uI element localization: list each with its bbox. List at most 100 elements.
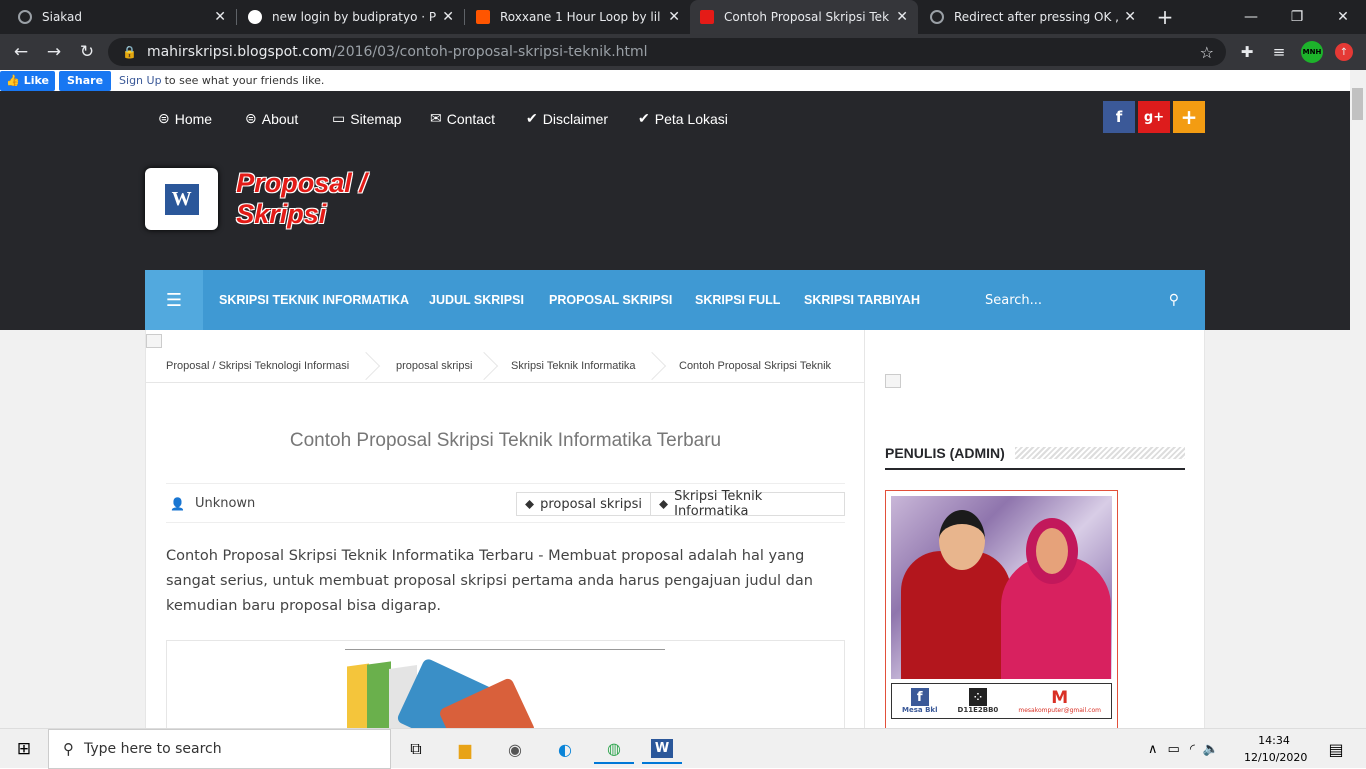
broken-image-icon: [146, 334, 162, 348]
windows-start-icon[interactable]: ⊞: [0, 729, 48, 769]
search-input[interactable]: Search... ⚲: [973, 270, 1205, 330]
tab-title: Roxxane 1 Hour Loop by lil: [500, 10, 661, 24]
close-tab-icon[interactable]: ✕: [896, 9, 908, 25]
extensions-icon[interactable]: ✚: [1236, 41, 1258, 63]
lock-icon: 🔒: [122, 45, 137, 59]
task-view-icon[interactable]: ⧉: [396, 734, 436, 764]
volume-icon[interactable]: 🔈: [1203, 742, 1219, 757]
chevron-up-icon[interactable]: ∧: [1148, 742, 1158, 757]
search-icon[interactable]: ⚲: [1169, 292, 1179, 308]
blackberry-icon: ⁘: [968, 688, 987, 706]
logo-text: Proposal / Skripsi: [236, 168, 367, 229]
reload-button[interactable]: ↻: [76, 41, 98, 63]
post-body: Contoh Proposal Skripsi Teknik Informati…: [166, 548, 813, 614]
close-window-button[interactable]: ✕: [1320, 0, 1366, 34]
nav-sitemap[interactable]: ▭ Sitemap: [332, 91, 402, 146]
file-explorer-icon[interactable]: ▆: [445, 734, 485, 764]
nav-peta-lokasi[interactable]: ✔ Peta Lokasi: [638, 91, 728, 146]
camera-icon[interactable]: ◉: [495, 734, 535, 764]
tag-icon: ⬥: [525, 496, 535, 512]
breadcrumb-proposal-skripsi[interactable]: proposal skripsi: [396, 350, 472, 382]
nav-contact[interactable]: ✉ Contact: [430, 91, 495, 146]
facebook-signup-link[interactable]: Sign Up: [119, 74, 162, 87]
nav-home[interactable]: ⊜ Home: [158, 91, 212, 146]
contact-bbm[interactable]: ⁘ D11E2BB0: [958, 688, 998, 714]
tag-proposal-skripsi[interactable]: ⬥ proposal skripsi: [516, 492, 651, 516]
mainnav-skripsi-tarbiyah[interactable]: SKRIPSI TARBIYAH: [804, 270, 920, 330]
back-button[interactable]: ←: [10, 41, 32, 63]
tab-siakad[interactable]: Siakad ✕: [8, 0, 236, 34]
page-scrollbar[interactable]: [1350, 70, 1366, 728]
scrollbar-thumb[interactable]: [1352, 88, 1363, 120]
taskbar-search-input[interactable]: ⚲ Type here to search: [48, 729, 391, 769]
mainnav-judul-skripsi[interactable]: JUDUL SKRIPSI: [429, 270, 524, 330]
contact-facebook[interactable]: f Mesa Bkl: [902, 688, 937, 714]
tab-soundcloud[interactable]: Roxxane 1 Hour Loop by lil ✕: [466, 0, 690, 34]
new-tab-button[interactable]: +: [1142, 0, 1188, 34]
minimize-button[interactable]: —: [1228, 0, 1274, 34]
close-tab-icon[interactable]: ✕: [668, 9, 680, 25]
battery-icon[interactable]: ▭: [1168, 742, 1180, 757]
thumbs-up-icon: 👍: [6, 74, 20, 87]
breadcrumb-home[interactable]: Proposal / Skripsi Teknologi Informasi: [166, 350, 349, 382]
check-circle-icon: ✔: [638, 110, 650, 126]
facebook-signup-text: to see what your friends like.: [164, 74, 325, 87]
close-tab-icon[interactable]: ✕: [214, 9, 226, 25]
nav-disclaimer[interactable]: ✔ Disclaimer: [526, 91, 608, 146]
close-tab-icon[interactable]: ✕: [442, 9, 454, 25]
post-image: [166, 640, 845, 728]
breadcrumb: Proposal / Skripsi Teknologi Informasi p…: [146, 350, 865, 383]
widget-title: PENULIS (ADMIN): [885, 438, 1185, 470]
menu-list-icon[interactable]: ☰: [145, 270, 203, 330]
mainnav-skripsi-full[interactable]: SKRIPSI FULL: [695, 270, 780, 330]
profile-avatar[interactable]: MNH: [1301, 41, 1323, 63]
tab-contoh-proposal[interactable]: Contoh Proposal Skripsi Teknik ✕: [690, 0, 918, 34]
breadcrumb-skripsi-teknik-informatika[interactable]: Skripsi Teknik Informatika: [511, 350, 636, 382]
admin-profile-card: f Mesa Bkl ⁘ D11E2BB0 M mesakomputer@gma…: [885, 490, 1118, 728]
wifi-icon[interactable]: ◜: [1190, 742, 1195, 757]
close-tab-icon[interactable]: ✕: [1124, 9, 1136, 25]
taskbar-clock[interactable]: 14:34 12/10/2020: [1244, 732, 1307, 766]
bookmark-star-icon[interactable]: ☆: [1200, 43, 1214, 62]
broken-image-icon: [885, 374, 901, 388]
tab-favicon-icon: [930, 10, 944, 24]
tab-redirect[interactable]: Redirect after pressing OK , in ✕: [920, 0, 1146, 34]
admin-photo: [891, 496, 1112, 679]
forward-button[interactable]: →: [43, 41, 65, 63]
url-host: mahirskripsi.blogspot.com: [146, 44, 333, 60]
tab-github[interactable]: new login by budipratyo · Pull ✕: [238, 0, 464, 34]
facebook-icon: f: [910, 688, 929, 706]
globe-icon: ⊜: [158, 110, 170, 126]
tag-icon: ⬥: [659, 496, 669, 512]
site-logo[interactable]: W Proposal / Skripsi: [145, 166, 445, 232]
facebook-like-button[interactable]: 👍 Like: [0, 70, 55, 91]
nav-about[interactable]: ⊜ About: [245, 91, 298, 146]
url-path: /2016/03/contoh-proposal-skripsi-teknik.…: [332, 44, 648, 60]
top-navigation: ⊜ Home ⊜ About ▭ Sitemap ✉ Contact ✔ Disclaim…: [0, 91, 1350, 146]
address-bar[interactable]: 🔒 mahirskripsi.blogspot.com/2016/03/cont…: [108, 38, 1226, 66]
tag-skripsi-teknik-informatika[interactable]: ⬥ Skripsi Teknik Informatika: [650, 489, 845, 519]
word-document-icon: W: [145, 168, 219, 230]
user-icon: 👤: [170, 496, 185, 511]
plus-icon[interactable]: +: [1173, 101, 1205, 133]
web-page: ⊜ Home ⊜ About ▭ Sitemap ✉ Contact ✔ Disclaim…: [0, 91, 1350, 728]
post-meta: 👤 Unknown ⬥ proposal skripsi ⬥ Skripsi Tek…: [166, 483, 845, 523]
mainnav-proposal-skripsi[interactable]: PROPOSAL SKRIPSI: [549, 270, 672, 330]
update-icon[interactable]: ↑: [1335, 43, 1353, 61]
chrome-icon[interactable]: ◍: [594, 734, 634, 764]
post-title: Contoh Proposal Skripsi Teknik Informati…: [289, 430, 722, 451]
edge-icon[interactable]: ◐: [545, 734, 585, 764]
contact-gmail[interactable]: M mesakomputer@gmail.com: [1018, 689, 1101, 714]
media-control-icon[interactable]: ≡: [1268, 41, 1290, 63]
post-author: 👤 Unknown: [170, 496, 256, 511]
facebook-icon[interactable]: f: [1103, 101, 1135, 133]
search-icon: ⚲: [63, 740, 74, 758]
maximize-button[interactable]: ❐: [1274, 0, 1320, 34]
browser-toolbar: ← → ↻ 🔒 mahirskripsi.blogspot.com/2016/0…: [0, 34, 1366, 70]
notification-icon[interactable]: ▤: [1316, 734, 1356, 764]
facebook-share-button[interactable]: Share: [58, 70, 112, 91]
mainnav-skripsi-teknik-informatika[interactable]: SKRIPSI TEKNIK INFORMATIKA: [219, 270, 409, 330]
word-icon[interactable]: W: [642, 734, 682, 764]
github-icon: [248, 10, 262, 24]
google-plus-icon[interactable]: g+: [1138, 101, 1170, 133]
